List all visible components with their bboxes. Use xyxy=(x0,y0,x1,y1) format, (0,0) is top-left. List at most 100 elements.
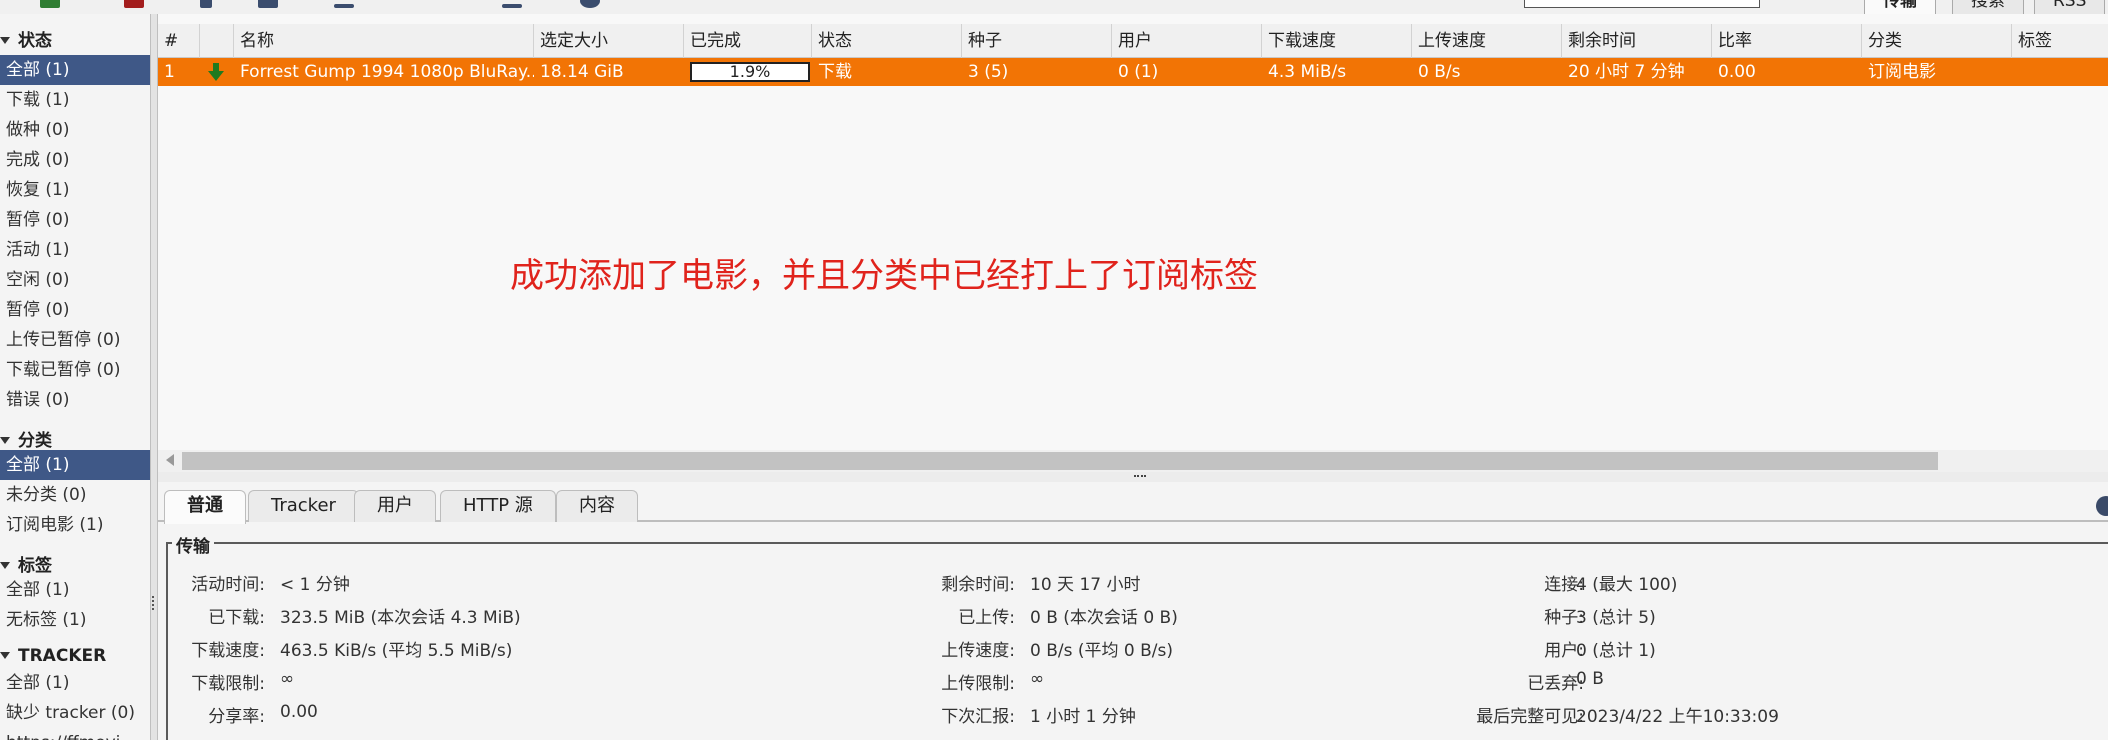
tag-section-title: 标签 xyxy=(18,556,52,576)
scrollbar-thumb[interactable] xyxy=(182,452,1938,470)
tab-search[interactable]: 搜索 xyxy=(1952,0,2024,14)
scroll-left-icon[interactable] xyxy=(166,454,174,466)
column-header-seeds[interactable]: 种子 xyxy=(962,24,1112,58)
column-header-ratio[interactable]: 比率 xyxy=(1712,24,1862,58)
value-time-active: < 1 分钟 xyxy=(280,575,350,595)
value-share-ratio: 0.00 xyxy=(280,702,318,722)
value-connections: 4 (最大 100) xyxy=(1576,575,1678,595)
tab-peers[interactable]: 用户 xyxy=(354,490,436,522)
move-up-icon[interactable] xyxy=(334,4,354,8)
value-reannounce: 1 小时 1 分钟 xyxy=(1030,707,1136,727)
column-header-eta[interactable]: 剩余时间 xyxy=(1562,24,1712,58)
cell-down-speed: 4.3 MiB/s xyxy=(1268,62,1347,82)
column-header-number[interactable]: # xyxy=(158,24,200,58)
table-row[interactable]: 1 Forrest Gump 1994 1080p BluRay... 18.1… xyxy=(158,58,2108,86)
sidebar-item-tracker-all[interactable]: 全部 (1) xyxy=(0,668,150,698)
horizontal-scrollbar[interactable] xyxy=(158,450,2108,472)
label-downloaded: 已下载: xyxy=(208,608,265,628)
sidebar-item-download-paused[interactable]: 下载已暂停 (0) xyxy=(0,355,150,385)
sidebar-item-seeding[interactable]: 做种 (0) xyxy=(0,115,150,145)
move-down-icon[interactable] xyxy=(502,4,522,8)
tab-content[interactable]: 内容 xyxy=(556,490,638,522)
sidebar-splitter[interactable] xyxy=(150,14,158,740)
sidebar-item-errored[interactable]: 错误 (0) xyxy=(0,385,150,415)
value-upload-speed: 0 B/s (平均 0 B/s) xyxy=(1030,641,1174,661)
cell-up-speed: 0 B/s xyxy=(1418,62,1461,82)
value-download-speed: 463.5 KiB/s (平均 5.5 MiB/s) xyxy=(280,641,513,661)
label-reannounce: 下次汇报: xyxy=(941,707,1015,727)
value-peers: 0 (总计 1) xyxy=(1576,641,1656,661)
sidebar-item-active[interactable]: 活动 (1) xyxy=(0,235,150,265)
pause-icon[interactable] xyxy=(258,0,278,8)
label-last-seen-complete: 最后完整可见: xyxy=(1476,707,1584,727)
column-header-peers[interactable]: 用户 xyxy=(1112,24,1262,58)
value-uploaded: 0 B (本次会话 0 B) xyxy=(1030,608,1178,628)
sidebar-item-upload-paused[interactable]: 上传已暂停 (0) xyxy=(0,325,150,355)
label-upload-limit: 上传限制: xyxy=(941,674,1015,694)
status-section-header[interactable]: 状态 xyxy=(0,26,150,56)
tab-transfer[interactable]: 传输 xyxy=(1864,0,1936,14)
label-eta: 剩余时间: xyxy=(941,575,1015,595)
sidebar-item-paused[interactable]: 暂停 (0) xyxy=(0,205,150,235)
column-header-category[interactable]: 分类 xyxy=(1862,24,2012,58)
cell-status: 下载 xyxy=(818,62,852,82)
sidebar-item-tracker-url[interactable]: https://ffmovi... xyxy=(0,728,150,740)
cell-number: 1 xyxy=(164,62,175,82)
sidebar-item-category-movies[interactable]: 订阅电影 (1) xyxy=(0,510,150,540)
sidebar-item-tag-all[interactable]: 全部 (1) xyxy=(0,575,150,605)
cell-ratio: 0.00 xyxy=(1718,62,1756,82)
play-icon[interactable] xyxy=(200,0,212,8)
value-seeds: 3 (总计 5) xyxy=(1576,608,1656,628)
column-header-progress[interactable]: 已完成 xyxy=(684,24,812,58)
sidebar-item-trackerless[interactable]: 缺少 tracker (0) xyxy=(0,698,150,728)
sidebar-item-untagged[interactable]: 无标签 (1) xyxy=(0,605,150,635)
details-panel: 普通 Tracker 用户 HTTP 源 内容 传输 活动时间: < 1 分钟 … xyxy=(158,482,2108,740)
value-last-seen-complete: 2023/4/22 上午10:33:09 xyxy=(1576,707,1779,727)
sidebar-item-completed[interactable]: 完成 (0) xyxy=(0,145,150,175)
collapse-triangle-icon xyxy=(0,37,10,44)
toolbar: 传输 搜索 RSS xyxy=(0,0,2108,14)
value-download-limit: ∞ xyxy=(280,669,295,689)
toolbar-icon[interactable] xyxy=(40,0,60,8)
cell-category: 订阅电影 xyxy=(1868,62,1936,82)
value-downloaded: 323.5 MiB (本次会话 4.3 MiB) xyxy=(280,608,521,628)
cell-name: Forrest Gump 1994 1080p BluRay... xyxy=(240,62,534,82)
sidebar-item-uncategorized[interactable]: 未分类 (0) xyxy=(0,480,150,510)
gear-icon[interactable] xyxy=(580,0,600,8)
collapse-triangle-icon xyxy=(0,562,10,569)
column-header-icon[interactable] xyxy=(200,24,234,58)
sidebar-item-downloading[interactable]: 下载 (1) xyxy=(0,85,150,115)
sidebar-item-resumed[interactable]: 恢复 (1) xyxy=(0,175,150,205)
collapse-triangle-icon xyxy=(0,652,10,659)
tab-tracker[interactable]: Tracker xyxy=(248,490,359,522)
sidebar-item-category-all[interactable]: 全部 (1) xyxy=(0,450,150,480)
delete-icon[interactable] xyxy=(124,0,144,8)
column-header-name[interactable]: 名称 xyxy=(234,24,534,58)
tracker-section-title: TRACKER xyxy=(18,646,107,666)
label-share-ratio: 分享率: xyxy=(208,707,265,727)
search-input[interactable] xyxy=(1524,0,1760,8)
column-header-status[interactable]: 状态 xyxy=(812,24,962,58)
column-header-tags[interactable]: 标签 xyxy=(2012,24,2108,58)
panel-splitter[interactable] xyxy=(158,472,2108,482)
sidebar-item-stopped[interactable]: 暂停 (0) xyxy=(0,295,150,325)
details-tabs: 普通 Tracker 用户 HTTP 源 内容 xyxy=(158,486,2108,524)
torrent-table: # 名称 选定大小 已完成 状态 种子 用户 下载速度 上传速度 剩余时间 比率… xyxy=(158,14,2108,474)
collapse-panel-icon[interactable] xyxy=(2096,496,2108,516)
value-eta: 10 天 17 小时 xyxy=(1030,575,1141,595)
label-download-limit: 下载限制: xyxy=(191,674,265,694)
sidebar-item-inactive[interactable]: 空闲 (0) xyxy=(0,265,150,295)
tab-general[interactable]: 普通 xyxy=(164,490,246,524)
column-header-size[interactable]: 选定大小 xyxy=(534,24,684,58)
column-header-up-speed[interactable]: 上传速度 xyxy=(1412,24,1562,58)
column-header-down-speed[interactable]: 下载速度 xyxy=(1262,24,1412,58)
tab-rss[interactable]: RSS xyxy=(2034,0,2106,14)
cell-peers: 0 (1) xyxy=(1118,62,1159,82)
sidebar-item-status-all[interactable]: 全部 (1) xyxy=(0,55,150,85)
label-time-active: 活动时间: xyxy=(191,575,265,595)
tab-http-sources[interactable]: HTTP 源 xyxy=(440,490,556,522)
label-upload-speed: 上传速度: xyxy=(941,641,1015,661)
table-header: # 名称 选定大小 已完成 状态 种子 用户 下载速度 上传速度 剩余时间 比率… xyxy=(158,24,2108,58)
sidebar: 状态 全部 (1) 下载 (1) 做种 (0) 完成 (0) 恢复 (1) 暂停… xyxy=(0,14,150,740)
cell-seeds: 3 (5) xyxy=(968,62,1009,82)
